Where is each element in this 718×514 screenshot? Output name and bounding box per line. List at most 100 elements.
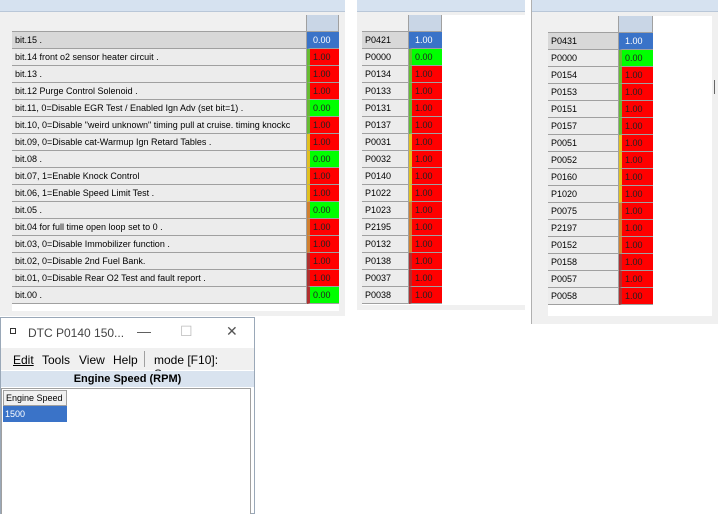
maximize-button[interactable]: ☐ [180,323,193,340]
row-value[interactable]: 1.00 [409,32,442,49]
row-label[interactable]: bit.15 . [12,32,307,49]
row-value[interactable]: 1.00 [409,117,442,134]
row-value[interactable]: 1.00 [619,220,653,237]
row-value[interactable]: 1.00 [409,270,442,287]
row-label[interactable]: bit.01, 0=Disable Rear O2 Test and fault… [12,270,307,287]
row-label[interactable]: P0153 [548,84,619,101]
row-value[interactable]: 1.00 [619,84,653,101]
row-label[interactable]: P0138 [362,253,409,270]
row-label[interactable]: P0051 [548,135,619,152]
row-value[interactable]: 0.00 [307,287,339,304]
menu-tools[interactable]: Tools [42,353,70,367]
bits-value-column-header[interactable] [307,15,339,32]
row-label[interactable]: P0421 [362,32,409,49]
row-label[interactable]: P0154 [548,67,619,84]
row-value[interactable]: 1.00 [409,168,442,185]
codes-window-2-titlebar[interactable] [532,0,718,12]
dtc-window-titlebar[interactable]: DTC P0140 150... — ☐ ✕ [1,318,254,346]
engine-speed-column-header[interactable]: Engine Speed [3,390,67,406]
row-value[interactable]: 1.00 [409,134,442,151]
row-value[interactable]: 0.00 [307,32,339,49]
row-label[interactable]: P0057 [548,271,619,288]
row-value[interactable]: 1.00 [619,118,653,135]
row-label[interactable]: P0000 [362,49,409,66]
codes-2-value-column-header[interactable] [619,16,653,33]
row-label[interactable]: P0157 [548,118,619,135]
row-value[interactable]: 1.00 [619,271,653,288]
row-label[interactable]: bit.06, 1=Enable Speed Limit Test . [12,185,307,202]
row-label[interactable]: bit.05 . [12,202,307,219]
row-label[interactable]: bit.13 . [12,66,307,83]
row-value[interactable]: 1.00 [307,117,339,134]
row-value[interactable]: 1.00 [409,151,442,168]
row-label[interactable]: P0140 [362,168,409,185]
row-label[interactable]: P0031 [362,134,409,151]
row-value[interactable]: 1.00 [307,270,339,287]
row-value[interactable]: 1.00 [307,185,339,202]
row-value[interactable]: 1.00 [409,83,442,100]
bits-window-titlebar[interactable] [0,0,345,12]
row-label[interactable]: bit.10, 0=Disable "weird unknown" timing… [12,117,307,134]
row-label[interactable]: bit.09, 0=Disable cat-Warmup Ign Retard … [12,134,307,151]
codes-1-value-column-header[interactable] [409,15,442,32]
row-label[interactable]: P0151 [548,101,619,118]
menu-help[interactable]: Help [113,353,138,367]
row-label[interactable]: P2195 [362,219,409,236]
row-label[interactable]: P0131 [362,100,409,117]
row-label[interactable]: bit.08 . [12,151,307,168]
row-label[interactable]: P0431 [548,33,619,50]
row-value[interactable]: 1.00 [619,203,653,220]
row-label[interactable]: P0132 [362,236,409,253]
row-value[interactable]: 1.00 [619,186,653,203]
codes-1-label-column-header[interactable] [362,15,409,32]
row-value[interactable]: 1.00 [409,219,442,236]
row-value[interactable]: 0.00 [307,100,339,117]
row-value[interactable]: 0.00 [307,202,339,219]
row-value[interactable]: 1.00 [307,66,339,83]
bits-label-column-header[interactable] [12,15,307,32]
row-value[interactable]: 1.00 [409,253,442,270]
row-label[interactable]: bit.07, 1=Enable Knock Control [12,168,307,185]
row-value[interactable]: 1.00 [619,152,653,169]
menu-edit[interactable]: Edit [13,353,34,367]
row-value[interactable]: 1.00 [409,287,442,304]
row-label[interactable]: bit.12 Purge Control Solenoid . [12,83,307,100]
row-label[interactable]: bit.11, 0=Disable EGR Test / Enabled Ign… [12,100,307,117]
menu-view[interactable]: View [79,353,105,367]
row-label[interactable]: bit.03, 0=Disable Immobilizer function . [12,236,307,253]
row-label[interactable]: P0134 [362,66,409,83]
row-label[interactable]: P1020 [548,186,619,203]
row-value[interactable]: 1.00 [619,288,653,305]
row-value[interactable]: 1.00 [307,49,339,66]
row-value[interactable]: 1.00 [409,100,442,117]
row-value[interactable]: 1.00 [307,168,339,185]
row-label[interactable]: P0137 [362,117,409,134]
row-value[interactable]: 1.00 [619,169,653,186]
row-label[interactable]: bit.14 front o2 sensor heater circuit . [12,49,307,66]
row-value[interactable]: 1.00 [409,185,442,202]
engine-speed-value-cell[interactable]: 1500 [3,406,67,422]
row-value[interactable]: 1.00 [307,236,339,253]
row-value[interactable]: 1.00 [619,101,653,118]
close-button[interactable]: ✕ [226,323,238,340]
row-value[interactable]: 1.00 [409,236,442,253]
row-value[interactable]: 1.00 [619,67,653,84]
row-value[interactable]: 1.00 [307,134,339,151]
row-label[interactable]: P0000 [548,50,619,67]
row-value[interactable]: 1.00 [409,202,442,219]
row-label[interactable]: P0160 [548,169,619,186]
row-label[interactable]: P0058 [548,288,619,305]
row-value[interactable]: 1.00 [619,135,653,152]
row-label[interactable]: P0158 [548,254,619,271]
row-value[interactable]: 0.00 [619,50,653,67]
row-value[interactable]: 1.00 [307,253,339,270]
row-label[interactable]: P1023 [362,202,409,219]
row-label[interactable]: P0133 [362,83,409,100]
row-label[interactable]: P0038 [362,287,409,304]
row-label[interactable]: bit.02, 0=Disable 2nd Fuel Bank. [12,253,307,270]
row-label[interactable]: P0032 [362,151,409,168]
codes-2-label-column-header[interactable] [548,16,619,33]
row-value[interactable]: 1.00 [307,83,339,100]
row-value[interactable]: 1.00 [619,254,653,271]
row-value[interactable]: 1.00 [409,66,442,83]
